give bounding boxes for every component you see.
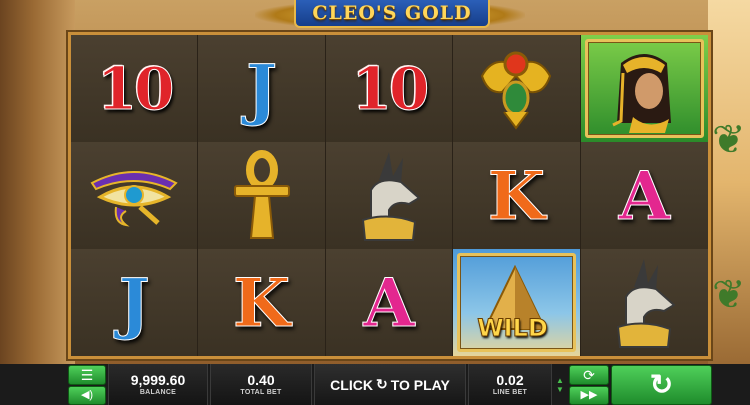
reel-cell: J <box>71 249 199 356</box>
sound-icon: ◀) <box>80 389 94 401</box>
background-right-desert: ❦ ❦ <box>708 0 750 365</box>
game-title: CLEO'S GOLD <box>312 2 472 24</box>
refresh-inline-icon: ↻ <box>375 376 388 392</box>
reel-cell <box>198 142 326 249</box>
reel-cell: J <box>198 35 326 142</box>
symbol-a: A <box>618 156 670 235</box>
reel-cell: K <box>453 142 581 249</box>
line-bet-arrows: ▲ ▼ <box>553 364 567 405</box>
anubis-icon <box>349 150 429 242</box>
palm-tree-icon: ❦ <box>712 118 746 162</box>
bet-arrow-up-icon[interactable]: ▲ <box>556 376 564 385</box>
line-bet-panel[interactable]: 0.02 LINE BET <box>468 364 552 405</box>
reel-cell <box>325 142 454 249</box>
ankh-icon <box>227 149 297 242</box>
game-logo: CLEO'S GOLD <box>294 0 490 28</box>
autoplay-button[interactable]: ⟳ <box>569 365 609 385</box>
total-bet-label: TOTAL BET <box>240 388 282 396</box>
reel-cell <box>71 142 199 249</box>
reel-cell <box>453 35 581 142</box>
symbol-ten: 10 <box>96 54 175 123</box>
spin-icon: ↻ <box>649 369 674 400</box>
reel-cell: K <box>198 249 326 356</box>
reel-cell <box>580 35 708 142</box>
reel-cell: 10 <box>71 35 199 142</box>
click-to-play-button[interactable]: CLICK ↻ TO PLAY <box>314 364 466 405</box>
sound-button[interactable]: ◀) <box>68 386 106 405</box>
reel-grid: 10 J 10 K A J K A WILD <box>68 32 711 359</box>
scarab-icon <box>474 46 558 132</box>
menu-button[interactable]: ☰ <box>68 365 106 385</box>
balance-label: BALANCE <box>139 388 177 396</box>
turbo-button[interactable]: ▶▶ <box>569 386 609 405</box>
line-bet-label: LINE BET <box>492 388 528 396</box>
fast-forward-icon: ▶▶ <box>580 389 598 401</box>
symbol-k: K <box>487 156 546 235</box>
symbol-k: K <box>232 263 291 342</box>
symbol-ten: 10 <box>351 54 430 123</box>
background-left-rock <box>0 0 75 365</box>
reel-cell: A <box>325 249 454 356</box>
bet-arrow-down-icon[interactable]: ▼ <box>556 385 564 394</box>
reel-cell: 10 <box>325 35 454 142</box>
balance-value: 9,999.60 <box>130 371 186 388</box>
symbol-j: J <box>118 263 150 342</box>
reel-cell <box>580 249 708 356</box>
palm-tree-icon: ❦ <box>712 273 746 317</box>
anubis-icon <box>604 257 684 349</box>
line-bet-value: 0.02 <box>496 371 524 388</box>
to-play-label: TO PLAY <box>390 376 450 393</box>
balance-panel: 9,999.60 BALANCE <box>108 364 208 405</box>
spin-button[interactable]: ↻ <box>611 365 712 405</box>
eye-of-horus-icon <box>86 161 182 231</box>
refresh-icon: ⟳ <box>583 367 595 383</box>
reel-cell: A <box>580 142 708 249</box>
total-bet-panel[interactable]: 0.40 TOTAL BET <box>210 364 312 405</box>
symbol-frame <box>584 39 704 138</box>
symbol-j: J <box>245 49 278 128</box>
menu-icon: ☰ <box>80 367 94 383</box>
symbol-a: A <box>363 263 415 342</box>
reel-cell-wild: WILD <box>453 249 581 356</box>
wild-label: WILD <box>477 314 549 343</box>
click-label: CLICK <box>330 376 373 393</box>
total-bet-value: 0.40 <box>247 371 275 388</box>
